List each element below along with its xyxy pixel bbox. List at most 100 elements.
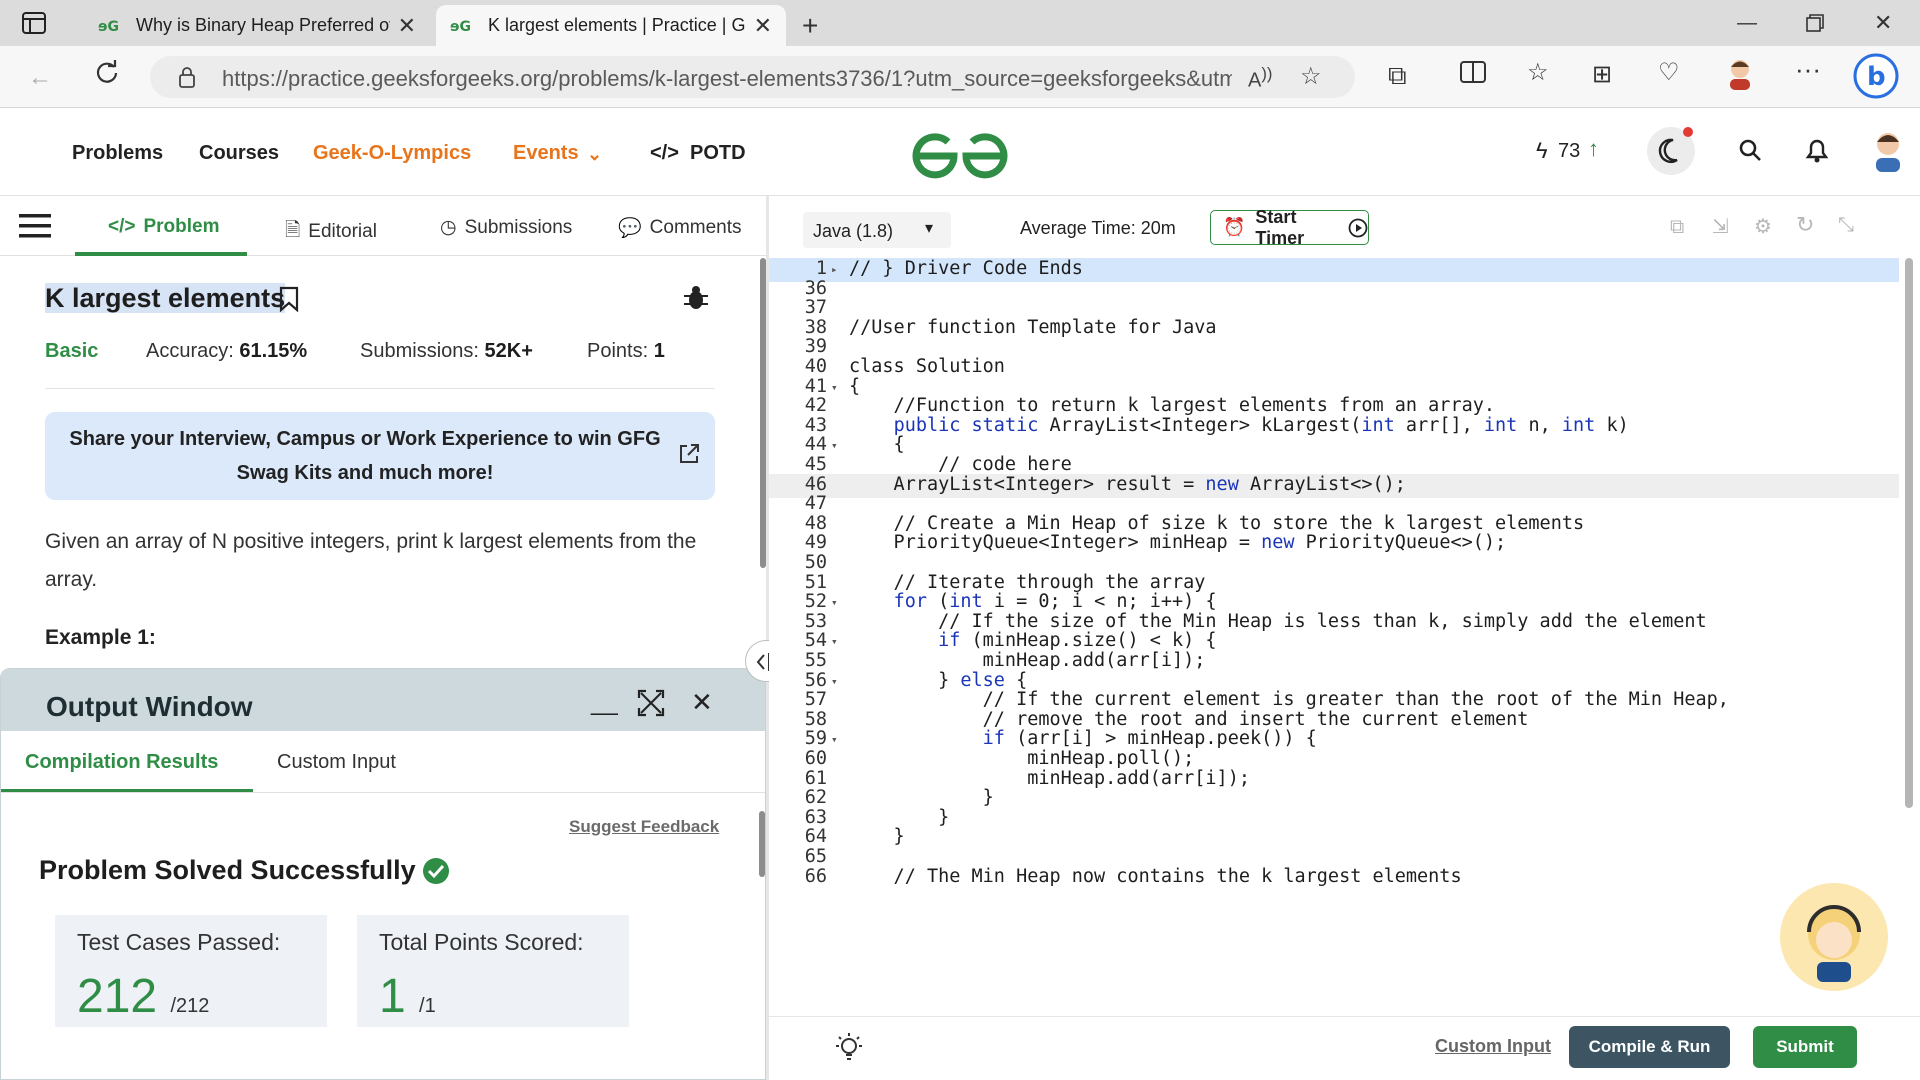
tab-title: Why is Binary Heap Preferred over [136, 15, 390, 35]
line-number: 51 [804, 571, 827, 593]
fold-arrow-icon[interactable]: ▾ [831, 635, 838, 648]
collections-icon[interactable]: ⊞ [1592, 60, 1612, 89]
fullscreen-icon[interactable]: ⤡ [1838, 214, 1854, 237]
streak-count: 73 [1558, 140, 1581, 162]
line-number: 1 [815, 258, 827, 279]
nav-events[interactable]: Events [513, 142, 579, 165]
close-tab-icon[interactable]: ✕ [754, 13, 772, 39]
close-icon[interactable]: ✕ [691, 687, 713, 718]
close-tab-icon[interactable]: ✕ [398, 13, 416, 39]
export-icon[interactable]: ⇲ [1712, 214, 1729, 239]
bookmark-icon[interactable] [279, 286, 299, 312]
read-aloud-icon[interactable]: A)) [1248, 64, 1272, 93]
output-scrollbar[interactable] [759, 811, 765, 877]
code-text: // remove the root and insert the curren… [849, 708, 1529, 730]
more-options-icon[interactable]: ··· [1795, 54, 1821, 85]
extensions-icon[interactable]: ⧉ [1388, 60, 1407, 92]
svg-text:ɘG: ɘG [98, 19, 119, 33]
alarm-icon: ⏰ [1223, 217, 1246, 237]
hamburger-menu-icon[interactable] [19, 212, 51, 240]
line-number: 65 [804, 846, 827, 867]
editor-scrollbar[interactable] [1905, 258, 1913, 808]
line-number: 52 [804, 591, 827, 613]
code-editor[interactable]: 1 ▸ // } Driver Code Ends 36 37 38 //User func… [769, 256, 1920, 1016]
external-link-icon[interactable] [677, 442, 701, 466]
tab-editorial[interactable]: 🗎 Editorial [285, 216, 377, 248]
close-window-icon[interactable]: ✕ [1874, 10, 1892, 36]
tab-comments[interactable]: 💬 Comments [618, 216, 742, 240]
nav-geek-o-lympics[interactable]: Geek-O-Lympics [313, 142, 471, 165]
line-number: 48 [804, 512, 827, 534]
code-text: } else { [849, 669, 1028, 691]
lightbulb-icon[interactable] [833, 1033, 865, 1065]
profile-avatar-icon[interactable] [1725, 58, 1755, 90]
language-select[interactable]: Java (1.8) ▾ [803, 212, 951, 248]
points-card: Total Points Scored: 1 /1 [357, 915, 629, 1027]
points-scored-label: Total Points Scored: [379, 929, 584, 955]
start-timer-button[interactable]: ⏰ Start Timer [1210, 207, 1369, 248]
custom-input-link[interactable]: Custom Input [1435, 1036, 1551, 1057]
test-cases-value: 212 /212 [77, 969, 209, 1024]
nav-problems[interactable]: Problems [72, 142, 163, 165]
code-line[interactable]: 66 // The Min Heap now contains the k la… [769, 866, 1899, 890]
tests-total: /212 [170, 995, 210, 1017]
share-experience-banner[interactable]: Share your Interview, Campus or Work Exp… [45, 412, 715, 500]
minimize-window-icon[interactable]: — [1737, 12, 1757, 35]
line-number: 47 [804, 493, 827, 515]
fold-arrow-icon[interactable]: ▾ [831, 675, 838, 688]
comment-icon: 💬 [618, 218, 642, 239]
code-text: class Solution [849, 356, 1005, 377]
favorite-star-icon[interactable]: ☆ [1300, 62, 1322, 91]
search-icon[interactable] [1738, 138, 1762, 162]
tab-actions-icon[interactable] [22, 12, 46, 34]
code-text: PriorityQueue<Integer> minHeap = new Pri… [849, 532, 1507, 554]
split-screen-icon[interactable] [1460, 60, 1486, 84]
suggest-feedback-link[interactable]: Suggest Feedback [569, 817, 719, 837]
nav-potd[interactable]: POTD [690, 142, 746, 165]
gfg-logo[interactable] [908, 126, 1012, 182]
settings-gear-icon[interactable]: ⚙ [1754, 214, 1772, 239]
tab-problem[interactable]: </> Problem [108, 216, 220, 238]
test-cases-card: Test Cases Passed: 212 /212 [55, 915, 327, 1027]
new-tab-icon[interactable]: + [802, 10, 818, 42]
points-scored-value: 1 /1 [379, 969, 436, 1024]
expand-icon[interactable] [637, 689, 665, 717]
browser-essentials-icon[interactable]: ♡ [1658, 58, 1680, 87]
code-text: if (minHeap.size() < k) { [938, 630, 1217, 652]
submit-button[interactable]: Submit [1753, 1026, 1857, 1068]
copilot-icon[interactable]: b [1852, 52, 1900, 100]
copy-icon[interactable]: ⧉ [1670, 216, 1684, 239]
reset-code-icon[interactable]: ↻ [1796, 212, 1814, 238]
tab-compilation-results[interactable]: Compilation Results [25, 751, 218, 774]
refresh-icon[interactable] [94, 60, 120, 86]
points-scored: 1 [379, 970, 406, 1023]
bell-icon[interactable] [1804, 136, 1830, 164]
back-icon[interactable]: ← [28, 64, 52, 92]
browser-tab-k-largest[interactable]: ɘG K largest elements | Practice | Geeks… [436, 5, 786, 46]
tab-custom-input[interactable]: Custom Input [277, 751, 396, 774]
code-text: // Iterate through the array [849, 571, 1206, 593]
points-stat: Points: 1 [587, 340, 665, 363]
code-text: public static ArrayList<Integer> kLarges… [893, 414, 1629, 436]
support-chat-icon[interactable] [1775, 882, 1893, 992]
problem-title-text: K largest elements [45, 283, 286, 313]
line-number: 58 [804, 708, 827, 730]
browser-tab-binary-heap[interactable]: ɘG Why is Binary Heap Preferred over ✕ [84, 5, 430, 46]
fold-arrow-icon[interactable]: ▾ [831, 381, 838, 394]
fold-arrow-icon[interactable]: ▸ [831, 263, 838, 276]
favorites-icon[interactable]: ☆ [1527, 58, 1549, 87]
lock-icon[interactable] [178, 66, 196, 88]
chevron-down-icon[interactable]: ⌄ [587, 144, 602, 165]
fold-arrow-icon[interactable]: ▾ [831, 439, 838, 452]
fold-arrow-icon[interactable]: ▾ [831, 733, 838, 746]
bug-report-icon[interactable] [682, 284, 710, 312]
restore-window-icon[interactable] [1806, 14, 1824, 32]
user-avatar-icon[interactable] [1872, 130, 1904, 172]
url-field[interactable]: https://practice.geeksforgeeks.org/probl… [150, 56, 1355, 98]
tab-submissions[interactable]: ◷ Submissions [440, 216, 572, 239]
minimize-icon[interactable]: __ [591, 689, 618, 717]
nav-courses[interactable]: Courses [199, 142, 279, 165]
dark-mode-toggle-icon[interactable] [1646, 126, 1696, 176]
fold-arrow-icon[interactable]: ▾ [831, 596, 838, 609]
compile-run-button[interactable]: Compile & Run [1569, 1026, 1730, 1068]
